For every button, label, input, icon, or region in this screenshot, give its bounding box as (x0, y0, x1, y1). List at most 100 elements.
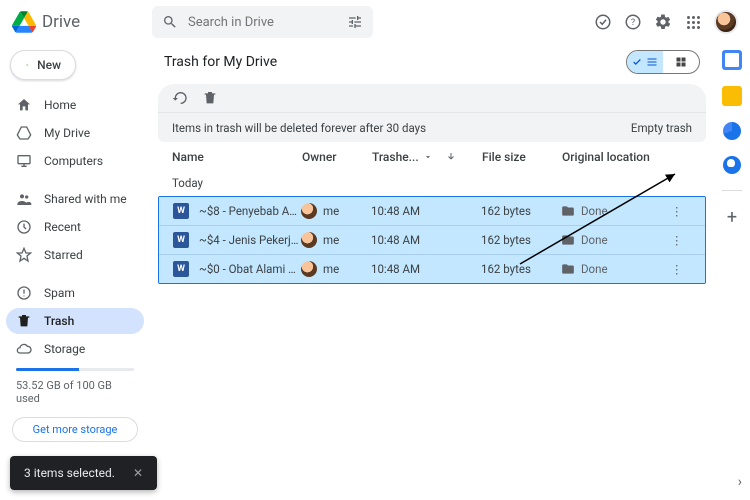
word-doc-icon: W (173, 203, 189, 219)
search-bar[interactable] (152, 6, 373, 38)
selection-toast: 3 items selected. ✕ (10, 456, 157, 490)
sidebar-item-shared[interactable]: Shared with me (6, 186, 144, 212)
side-panel: + (714, 44, 750, 500)
col-size[interactable]: File size (482, 150, 562, 164)
logo-area[interactable]: Drive (12, 10, 142, 34)
header: Drive ? (0, 0, 750, 44)
home-icon (16, 97, 32, 113)
file-list: W ~$8 - Penyebab Ambeien Kambuh Dan Cara … (158, 196, 706, 284)
gear-icon[interactable] (654, 13, 672, 31)
row-more-button[interactable]: ⋮ (671, 204, 691, 218)
file-size: 162 bytes (481, 204, 561, 218)
search-input[interactable] (188, 15, 363, 30)
spam-icon (16, 285, 32, 301)
main: Trash for My Drive Items in trash will b… (150, 44, 714, 500)
trash-banner: Items in trash will be deleted forever a… (158, 112, 706, 142)
table-row[interactable]: W ~$4 - Jenis Pekerjaan Yang Rentan Menga… (159, 226, 705, 255)
empty-trash-button[interactable]: Empty trash (631, 121, 692, 135)
word-doc-icon: W (173, 261, 189, 277)
recent-icon (16, 219, 32, 235)
owner-cell: me (301, 203, 371, 219)
calendar-app-icon[interactable] (722, 50, 742, 70)
word-doc-icon: W (173, 232, 189, 248)
cloud-icon (16, 341, 32, 357)
folder-icon (561, 204, 575, 218)
sidebar-item-label: My Drive (44, 126, 90, 140)
rail-separator (722, 190, 742, 191)
location-cell[interactable]: Done (561, 233, 671, 247)
table-row[interactable]: W ~$8 - Penyebab Ambeien Kambuh Dan Cara … (159, 197, 705, 226)
row-more-button[interactable]: ⋮ (671, 233, 691, 247)
restore-icon[interactable] (172, 90, 188, 106)
app-title: Drive (42, 12, 80, 32)
sidebar-item-label: Shared with me (44, 192, 127, 206)
folder-icon (561, 233, 575, 247)
get-more-storage-button[interactable]: Get more storage (12, 417, 138, 442)
keep-app-icon[interactable] (722, 86, 742, 106)
header-icons: ? (594, 10, 738, 34)
trashed-date: 10:48 AM (371, 262, 481, 276)
view-grid-button[interactable] (663, 51, 699, 73)
avatar[interactable] (714, 10, 738, 34)
trashed-date: 10:48 AM (371, 233, 481, 247)
sidebar-item-starred[interactable]: Starred (6, 242, 144, 268)
sidebar-item-label: Spam (44, 286, 75, 300)
chevron-down-icon (423, 152, 433, 162)
column-headers: Name Owner Trashe... File size Original … (158, 142, 706, 172)
search-icon (162, 14, 178, 30)
apps-icon[interactable] (684, 13, 702, 31)
new-button[interactable]: New (10, 50, 76, 80)
contacts-app-icon[interactable] (723, 156, 741, 174)
trash-icon (16, 313, 32, 329)
table-row[interactable]: W ~$0 - Obat Alami Untuk Mengatasi Ambeie… (159, 255, 705, 283)
action-bar (158, 84, 706, 112)
svg-text:?: ? (631, 18, 635, 28)
sidebar-item-recent[interactable]: Recent (6, 214, 144, 240)
close-icon[interactable]: ✕ (133, 466, 143, 480)
star-icon (16, 247, 32, 263)
location-cell[interactable]: Done (561, 204, 671, 218)
sidebar-item-home[interactable]: Home (6, 92, 144, 118)
col-owner[interactable]: Owner (302, 150, 372, 164)
view-list-button[interactable] (627, 51, 663, 73)
col-name[interactable]: Name (172, 150, 302, 164)
mydrive-icon (16, 125, 32, 141)
view-toggle (626, 50, 700, 74)
sidebar-item-spam[interactable]: Spam (6, 280, 144, 306)
owner-cell: me (301, 232, 371, 248)
owner-avatar (301, 203, 317, 219)
row-more-button[interactable]: ⋮ (671, 262, 691, 276)
drive-logo-icon (12, 10, 36, 34)
addons-plus-icon[interactable]: + (727, 207, 737, 228)
tasks-app-icon[interactable] (723, 122, 741, 140)
sidebar-item-computers[interactable]: Computers (6, 148, 144, 174)
offline-icon[interactable] (594, 13, 612, 31)
trashed-date: 10:48 AM (371, 204, 481, 218)
sidebar-item-label: Recent (44, 220, 81, 234)
sidebar-item-label: Storage (44, 342, 85, 356)
sidebar-item-label: Trash (44, 314, 74, 328)
file-name: ~$4 - Jenis Pekerjaan Yang Rentan Mengal… (199, 233, 301, 247)
new-button-label: New (37, 58, 61, 72)
delete-forever-icon[interactable] (202, 90, 218, 106)
computers-icon (16, 153, 32, 169)
col-location[interactable]: Original location (562, 150, 672, 164)
col-trashed[interactable]: Trashe... (372, 150, 482, 164)
help-icon[interactable]: ? (624, 13, 642, 31)
tune-icon[interactable] (347, 14, 363, 30)
file-name: ~$0 - Obat Alami Untuk Mengatasi Ambeien… (199, 262, 301, 276)
hide-panel-chevron-icon[interactable]: › (738, 474, 742, 490)
owner-avatar (301, 261, 317, 277)
arrow-down-icon (445, 151, 457, 163)
storage-bar (16, 368, 134, 371)
group-header: Today (158, 172, 706, 194)
storage-text: 53.52 GB of 100 GB used (6, 377, 144, 407)
sidebar-item-mydrive[interactable]: My Drive (6, 120, 144, 146)
file-size: 162 bytes (481, 233, 561, 247)
sidebar-item-label: Computers (44, 154, 103, 168)
file-name: ~$8 - Penyebab Ambeien Kambuh Dan Cara M… (199, 204, 301, 218)
sidebar-item-storage[interactable]: Storage (6, 336, 144, 362)
location-cell[interactable]: Done (561, 262, 671, 276)
sidebar-item-trash[interactable]: Trash (6, 308, 144, 334)
sidebar-item-label: Home (44, 98, 76, 112)
